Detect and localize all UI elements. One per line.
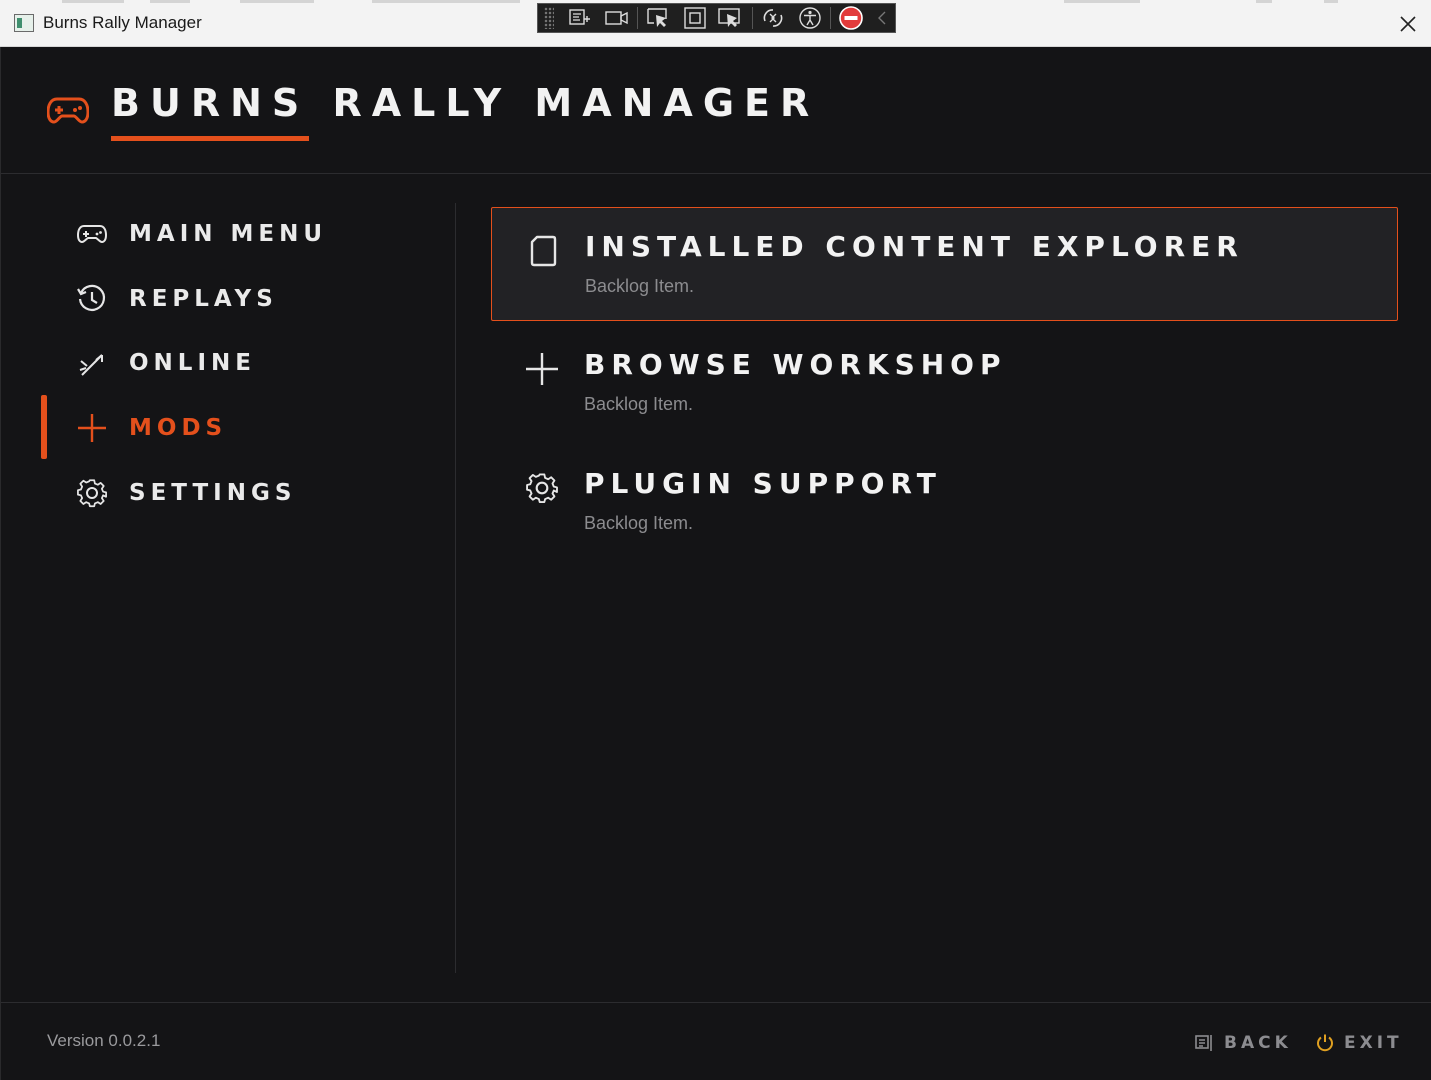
sidebar-item-label: SETTINGS xyxy=(129,480,297,506)
window-title: Burns Rally Manager xyxy=(43,13,202,32)
select-element-icon xyxy=(647,8,667,27)
sidebar: MAIN MENU REPLAYS ONLINE MODS SETTINGS xyxy=(1,175,456,975)
background-window-menu-bleed xyxy=(372,0,520,3)
background-window-menu-bleed xyxy=(1256,0,1272,3)
app-title: BURNS RALLY MANAGER xyxy=(111,81,820,125)
app-window: BURNS RALLY MANAGER MAIN MENU REPLAYS ON… xyxy=(0,47,1431,1080)
sidebar-item-mods[interactable]: MODS xyxy=(41,395,421,459)
card-installed-content-explorer[interactable]: INSTALLED CONTENT EXPLORER Backlog Item. xyxy=(491,207,1398,321)
live-visual-tree-button[interactable] xyxy=(562,4,599,32)
track-focus-icon xyxy=(605,11,628,25)
background-window-menu-bleed xyxy=(1064,0,1140,3)
accessibility-icon xyxy=(798,7,821,29)
accessibility-button[interactable] xyxy=(791,4,828,32)
toolbar-separator xyxy=(637,7,638,29)
sidebar-item-online[interactable]: ONLINE xyxy=(41,334,421,392)
version-label: Version 0.0.2.1 xyxy=(47,1031,161,1050)
collapse-toolbar-button[interactable] xyxy=(869,4,895,32)
gear-icon xyxy=(526,473,558,503)
app-footer: Version 0.0.2.1 BACK EXIT xyxy=(1,1002,1431,1080)
background-window-menu-bleed xyxy=(1324,0,1338,3)
sidebar-item-label: ONLINE xyxy=(129,350,256,376)
hot-reload-button[interactable] xyxy=(755,4,792,32)
toolbar-separator xyxy=(751,7,753,29)
collapse-icon xyxy=(878,11,886,25)
background-window-menu-bleed xyxy=(150,0,190,3)
card-title: INSTALLED CONTENT EXPLORER xyxy=(585,230,1244,263)
card-description: Backlog Item. xyxy=(584,513,694,533)
back-label: BACK xyxy=(1224,1033,1292,1053)
exit-button[interactable]: EXIT xyxy=(1314,1030,1403,1056)
preview-selection-button[interactable] xyxy=(713,4,750,32)
background-window-menu-bleed xyxy=(240,0,314,3)
card-title: PLUGIN SUPPORT xyxy=(584,467,942,500)
card-title: BROWSE WORKSHOP xyxy=(584,348,1007,381)
card-plugin-support[interactable]: PLUGIN SUPPORT Backlog Item. xyxy=(491,445,1398,559)
exit-label: EXIT xyxy=(1344,1033,1403,1053)
live-visual-tree-icon xyxy=(569,9,591,25)
preview-selection-icon xyxy=(718,8,741,27)
window-close-button[interactable] xyxy=(1385,0,1431,47)
gear-icon xyxy=(77,479,107,508)
plus-icon xyxy=(78,414,106,442)
back-icon xyxy=(1195,1035,1212,1051)
select-element-button[interactable] xyxy=(640,4,677,32)
toolbar-separator xyxy=(829,7,831,29)
stop-icon xyxy=(839,6,863,30)
plus-icon xyxy=(526,353,558,385)
online-icon xyxy=(79,354,103,376)
app-header: BURNS RALLY MANAGER xyxy=(1,47,1431,174)
history-icon xyxy=(77,284,106,311)
display-layout-adorners-button[interactable] xyxy=(677,4,714,32)
sidebar-item-label: MODS xyxy=(129,415,228,441)
track-focus-button[interactable] xyxy=(598,4,635,32)
back-button[interactable]: BACK xyxy=(1194,1030,1292,1056)
sidebar-item-settings[interactable]: SETTINGS xyxy=(41,464,421,522)
sidebar-divider xyxy=(455,203,456,973)
card-description: Backlog Item. xyxy=(585,276,695,296)
card-description: Backlog Item. xyxy=(584,394,694,414)
gamepad-icon xyxy=(77,225,107,244)
toolbar-grip[interactable] xyxy=(544,7,554,29)
hot-reload-icon xyxy=(763,9,783,27)
sidebar-item-replays[interactable]: REPLAYS xyxy=(41,270,421,328)
power-icon xyxy=(1317,1034,1333,1052)
display-layout-adorners-icon xyxy=(684,7,706,29)
stop-button[interactable] xyxy=(833,4,870,32)
debug-toolbar xyxy=(537,3,896,33)
sidebar-item-main-menu[interactable]: MAIN MENU xyxy=(41,205,421,263)
active-indicator xyxy=(41,395,47,459)
sidebar-item-label: MAIN MENU xyxy=(129,221,328,247)
background-window-menu-bleed xyxy=(62,0,124,3)
card-browse-workshop[interactable]: BROWSE WORKSHOP Backlog Item. xyxy=(491,326,1398,440)
gamepad-icon xyxy=(47,97,89,124)
sidebar-item-label: REPLAYS xyxy=(129,286,278,312)
title-underline xyxy=(111,136,309,141)
document-icon xyxy=(530,235,557,267)
close-icon xyxy=(1400,15,1416,32)
window-app-icon xyxy=(14,14,34,32)
